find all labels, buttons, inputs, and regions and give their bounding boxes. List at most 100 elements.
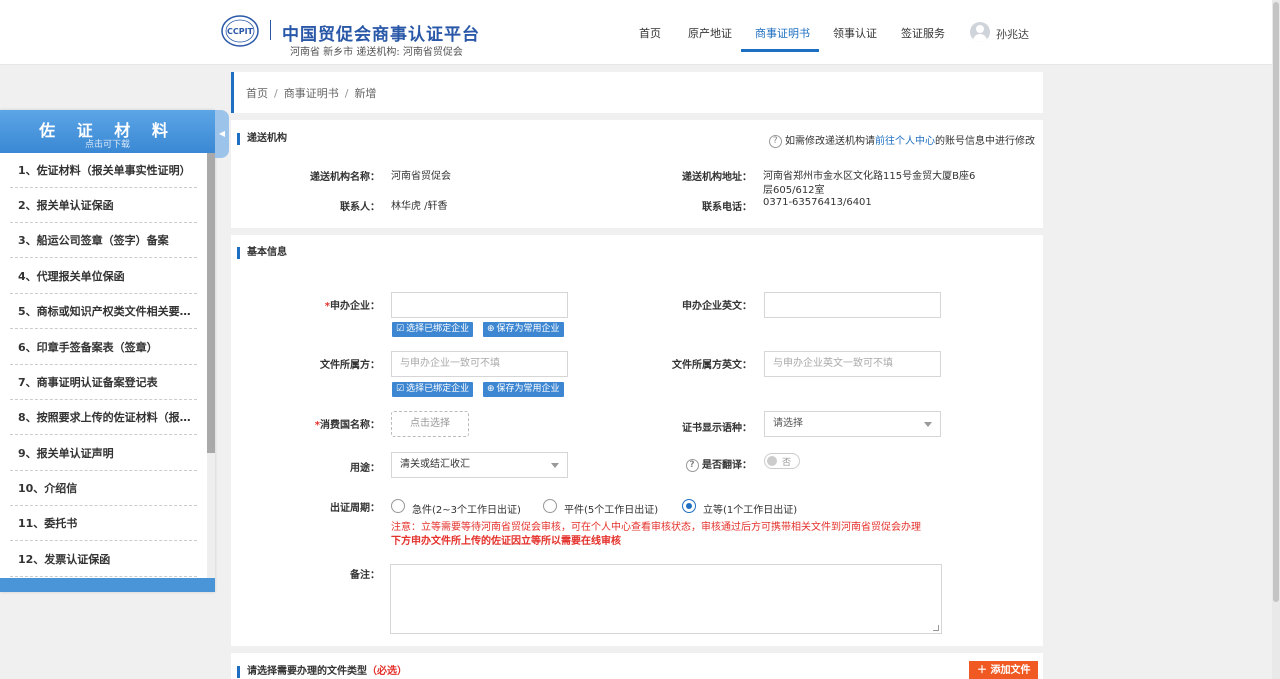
remark-label: 备注： (350, 570, 380, 581)
plus-icon: ＋ (977, 665, 987, 676)
sidebar-scrollbar-thumb[interactable] (207, 153, 215, 453)
purpose-select[interactable]: 清关或结汇收汇 (391, 452, 568, 478)
sidebar-header: 佐 证 材 料 点击可下载 (0, 110, 215, 153)
agency-name-value: 河南省贸促会 (391, 171, 451, 182)
nav-commercial-certificate[interactable]: 商事证明书 (755, 25, 810, 41)
sidebar-item-10[interactable]: 10、介绍信 (10, 471, 197, 506)
agency-phone-label: 联系电话： (702, 202, 752, 213)
language-select[interactable]: 请选择 (764, 411, 941, 437)
sidebar-collapse-icon[interactable]: ◀ (215, 110, 229, 158)
agency-tip: ? 如需修改递送机构请前往个人中心的账号信息中进行修改 (768, 132, 1035, 148)
select-icon: ☑ (396, 324, 405, 334)
chevron-down-icon (551, 463, 559, 468)
filetype-required-tag: （必选） (367, 666, 407, 677)
sidebar-item-9[interactable]: 9、报关单认证声明 (10, 436, 197, 471)
remark-textarea[interactable] (390, 564, 942, 634)
user-name[interactable]: 孙兆达 (996, 26, 1029, 42)
sidebar-item-2[interactable]: 2、报关单认证保函 (10, 188, 197, 223)
owner-label: 文件所属方： (320, 360, 380, 371)
add-file-button[interactable]: ＋ 添加文件 (969, 661, 1039, 679)
applicant-input[interactable] (391, 292, 568, 318)
country-picker[interactable]: 点击选择 (391, 411, 469, 437)
country-label-text: 消费国名称： (320, 420, 380, 431)
filetype-panel: 请选择需要办理的文件类型（必选） ＋ 添加文件 (231, 653, 1043, 679)
page-scrollbar[interactable] (1272, 0, 1280, 679)
translate-toggle-text: 否 (782, 458, 792, 468)
sidebar-item-6[interactable]: 6、印章手签备案表（签章） (10, 330, 197, 365)
ccpit-logo-icon[interactable]: CCPIT (220, 13, 260, 49)
applicant-en-label: 申办企业英文： (682, 301, 752, 312)
save-common-label: 保存为常用企业 (496, 384, 560, 394)
sidebar-item-4[interactable]: 4、代理报关单位保函 (10, 259, 197, 294)
applicant-label: *申办企业： (325, 297, 380, 312)
brand-title[interactable]: 中国贸促会商事认证平台 (282, 20, 480, 45)
logo-text: CCPIT (227, 27, 254, 36)
agency-name-label: 递送机构名称： (310, 172, 380, 183)
period-option-immediate[interactable]: 立等(1个工作日出证) (703, 501, 797, 516)
filetype-title-text: 请选择需要办理的文件类型 (247, 666, 367, 677)
period-radio-normal[interactable] (543, 499, 557, 513)
nav-origin-certificate[interactable]: 原产地证 (688, 25, 732, 41)
language-select-value: 请选择 (773, 418, 803, 429)
filetype-section-title: 请选择需要办理的文件类型（必选） (237, 666, 407, 678)
period-option-urgent[interactable]: 急件(2~3个工作日出证) (412, 501, 521, 516)
sidebar-item-5[interactable]: 5、商标或知识产权类文件相关要求... (10, 294, 197, 329)
evidence-sidebar: 佐 证 材 料 点击可下载 ◀ 1、佐证材料（报关单事实性证明） 2、报关单认证… (0, 110, 229, 592)
help-icon: ? (685, 458, 699, 472)
breadcrumb-commercial[interactable]: 商事证明书 (284, 87, 339, 100)
sidebar-item-7[interactable]: 7、商事证明认证备案登记表 (10, 365, 197, 400)
brand-location: 河南省 新乡市 递送机构: 河南省贸促会 (290, 47, 463, 58)
sidebar-scrollbar[interactable] (207, 153, 215, 578)
breadcrumb-trail: 首页 / 商事证明书 / 新增 (246, 85, 376, 101)
add-file-label: 添加文件 (990, 665, 1031, 676)
agency-phone-value: 0371-63576413/6401 (763, 197, 872, 208)
select-bound-company-button[interactable]: ☑ 选择已绑定企业 (392, 382, 474, 397)
resize-handle-icon[interactable] (933, 625, 939, 631)
sidebar-item-1[interactable]: 1、佐证材料（报关单事实性证明） (10, 153, 197, 188)
top-header: CCPIT 中国贸促会商事认证平台 河南省 新乡市 递送机构: 河南省贸促会 首… (0, 0, 1272, 65)
chevron-down-icon (924, 422, 932, 427)
agency-tip-suffix: 的账号信息中进行修改 (935, 136, 1035, 147)
sidebar-item-12[interactable]: 12、发票认证保函 (10, 542, 197, 577)
translate-label-text: 是否翻译： (702, 460, 752, 471)
period-option-normal[interactable]: 平件(5个工作日出证) (564, 501, 658, 516)
select-bound-company-button[interactable]: ☑ 选择已绑定企业 (392, 322, 474, 337)
period-note-1: 注意：立等需要等待河南省贸促会审核，可在个人中心查看审核状态，审核通过后方可携带… (391, 522, 921, 533)
period-radio-urgent[interactable] (391, 499, 405, 513)
translate-label: ? 是否翻译： (685, 456, 752, 472)
brand-divider (270, 20, 271, 40)
period-note-2: 下方申办文件所上传的佐证因立等所以需要在线审核 (391, 536, 621, 547)
save-common-company-button[interactable]: ⊕ 保存为常用企业 (483, 382, 564, 397)
agency-panel: 递送机构 ? 如需修改递送机构请前往个人中心的账号信息中进行修改 递送机构名称：… (231, 120, 1043, 228)
breadcrumb-separator: / (274, 87, 278, 100)
personal-center-link[interactable]: 前往个人中心 (875, 136, 935, 147)
page-scrollbar-thumb[interactable] (1273, 2, 1279, 602)
agency-address-line1: 河南省郑州市金水区文化路115号金贸大厦B座6 (763, 171, 976, 182)
user-avatar-icon[interactable] (970, 22, 990, 42)
translate-toggle[interactable]: 否 (764, 453, 800, 469)
language-label: 证书显示语种： (682, 423, 752, 434)
breadcrumb-current: 新增 (354, 87, 377, 100)
save-common-company-button[interactable]: ⊕ 保存为常用企业 (483, 322, 564, 337)
sidebar-item-11[interactable]: 11、委托书 (10, 506, 197, 541)
nav-home[interactable]: 首页 (639, 25, 661, 41)
owner-en-input[interactable]: 与申办企业英文一致可不填 (764, 351, 941, 377)
nav-active-indicator (741, 49, 819, 52)
breadcrumb-home[interactable]: 首页 (246, 87, 268, 100)
period-radio-immediate[interactable] (682, 499, 696, 513)
help-icon: ? (768, 134, 782, 148)
period-label: 出证周期： (330, 503, 380, 514)
sidebar-item-3[interactable]: 3、船运公司签章（签字）备案 (10, 223, 197, 258)
select-icon: ☑ (396, 384, 405, 394)
save-common-label: 保存为常用企业 (496, 324, 560, 334)
plus-circle-icon: ⊕ (487, 384, 495, 394)
agency-contact-label: 联系人： (340, 202, 380, 213)
nav-consular-authentication[interactable]: 领事认证 (833, 25, 877, 41)
purpose-label: 用途： (350, 463, 380, 474)
sidebar-item-8[interactable]: 8、按照要求上传的佐证材料（报关... (10, 400, 197, 435)
agency-address-line2: 层605/612室 (763, 185, 825, 196)
applicant-en-input[interactable] (764, 292, 941, 318)
breadcrumb: 首页 / 商事证明书 / 新增 (231, 72, 1043, 113)
owner-input[interactable]: 与申办企业一致可不填 (391, 351, 568, 377)
nav-visa-service[interactable]: 签证服务 (901, 25, 945, 41)
